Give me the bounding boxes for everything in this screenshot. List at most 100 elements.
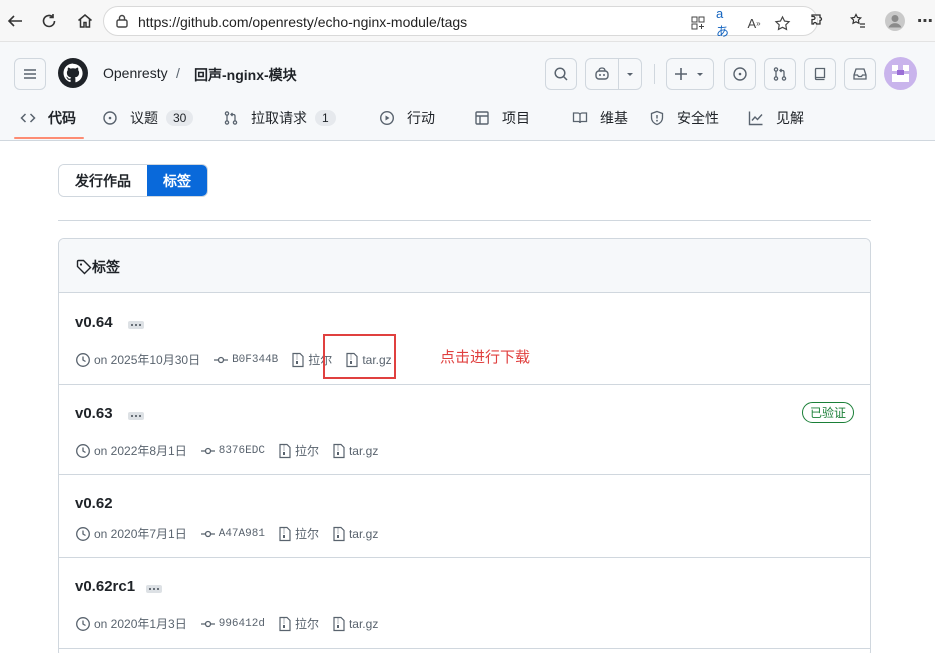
user-avatar[interactable]: [884, 57, 917, 90]
clock-icon: [76, 616, 90, 631]
repo-header: Openresty / 回声-nginx-模块 代码 议题 30 拉取请求 1 …: [0, 42, 935, 141]
tab-security[interactable]: 安全性: [649, 106, 719, 130]
tab-label: 项目: [502, 110, 530, 126]
tag-row: v0.63 已验证 on 2022年8月1日 8376EDC 拉尔 tar.gz: [59, 385, 870, 475]
tag-meta: on 2022年8月1日 8376EDC 拉尔 tar.gz: [75, 442, 391, 459]
ellipsis-expander[interactable]: [146, 585, 162, 593]
hamburger-icon: [24, 69, 36, 79]
inbox-button[interactable]: [844, 58, 876, 90]
tag-commit-link[interactable]: B0F344B: [213, 354, 278, 366]
tab-label: 议题: [130, 110, 158, 126]
profile-avatar-icon[interactable]: [882, 8, 908, 34]
book-icon: [572, 110, 588, 126]
repo-owner-link[interactable]: Openresty: [103, 65, 168, 81]
verified-badge[interactable]: 已验证: [801, 402, 854, 423]
extensions-icon[interactable]: [805, 8, 831, 34]
tag-name-link[interactable]: v0.64: [75, 314, 113, 331]
zip-download-link[interactable]: 拉尔: [278, 615, 319, 632]
tar-download-link[interactable]: tar.gz: [332, 443, 378, 459]
tags-box-title: 标签: [76, 257, 120, 277]
plus-icon: [675, 68, 687, 80]
tag-name-link[interactable]: v0.63: [75, 405, 113, 422]
tag-name-link[interactable]: v0.62rc1: [75, 578, 135, 595]
favorite-star-icon[interactable]: [772, 13, 792, 33]
clock-icon: [76, 443, 90, 458]
tab-projects[interactable]: 项目: [474, 106, 530, 130]
tab-insights[interactable]: 见解: [748, 106, 804, 130]
tag-row: v0.64 on 2025年10月30日 B0F344B 拉尔 tar.gz: [59, 294, 870, 385]
highlight-box: [323, 334, 396, 379]
lock-icon[interactable]: [114, 13, 130, 34]
active-tab-indicator: [14, 137, 84, 139]
tab-code[interactable]: 代码: [20, 106, 76, 130]
tag-commit-link[interactable]: A47A981: [200, 528, 265, 540]
chevron-down-icon: [697, 73, 703, 76]
issues-counter: 30: [166, 110, 194, 126]
tag-date: on 2020年1月3日: [75, 615, 187, 632]
search-icon: [554, 67, 568, 81]
tab-actions[interactable]: 行动: [379, 106, 435, 130]
create-new-button[interactable]: [666, 58, 714, 90]
releases-tab[interactable]: 发行作品: [59, 165, 147, 196]
tab-issues[interactable]: 议题 30: [102, 106, 194, 130]
releases-tags-switch: 发行作品 标签: [58, 164, 208, 197]
file-zip-icon: [279, 526, 291, 541]
home-icon[interactable]: [72, 8, 98, 34]
repo-name-link[interactable]: 回声-nginx-模块: [194, 65, 297, 85]
header-divider: [654, 64, 655, 84]
tab-label: 维基: [600, 110, 628, 126]
commit-icon: [200, 447, 215, 454]
graph-icon: [748, 110, 764, 126]
ellipsis-expander[interactable]: [128, 412, 144, 420]
zip-download-link[interactable]: 拉尔: [278, 442, 319, 459]
hamburger-menu-button[interactable]: [14, 58, 46, 90]
search-button[interactable]: [545, 58, 577, 90]
app-grid-icon[interactable]: [688, 13, 708, 33]
tab-pull-requests[interactable]: 拉取请求 1: [223, 106, 336, 130]
tab-label: 见解: [776, 110, 804, 126]
commit-icon: [200, 620, 215, 627]
tar-download-link[interactable]: tar.gz: [332, 526, 378, 542]
copilot-button[interactable]: [585, 58, 642, 90]
clock-icon: [76, 352, 90, 367]
pull-requests-button[interactable]: [764, 58, 796, 90]
file-zip-icon: [333, 443, 345, 458]
repo-path-separator: /: [176, 65, 180, 81]
file-zip-icon: [333, 616, 345, 631]
browser-toolbar: https://github.com/openresty/echo-nginx-…: [0, 0, 935, 42]
tag-meta: on 2020年1月3日 996412d 拉尔 tar.gz: [75, 615, 391, 632]
refresh-icon[interactable]: [36, 8, 62, 34]
repositories-button[interactable]: [804, 58, 836, 90]
address-bar[interactable]: https://github.com/openresty/echo-nginx-…: [103, 6, 818, 39]
more-menu-icon[interactable]: ⋯: [916, 8, 934, 34]
divider: [58, 220, 871, 221]
tab-label: 行动: [407, 110, 435, 126]
github-logo-icon[interactable]: [57, 57, 89, 94]
back-icon[interactable]: [2, 8, 28, 34]
code-icon: [20, 110, 36, 126]
tag-commit-link[interactable]: 8376EDC: [200, 445, 265, 457]
favorites-list-icon[interactable]: [845, 8, 871, 34]
ellipsis-expander[interactable]: [128, 321, 144, 329]
tags-list-box: 标签 v0.64 on 2025年10月30日 B0F344B 拉尔 tar.g…: [58, 238, 871, 653]
file-zip-icon: [279, 443, 291, 458]
zip-download-link[interactable]: 拉尔: [278, 525, 319, 542]
issues-button[interactable]: [724, 58, 756, 90]
inbox-icon: [853, 68, 867, 80]
file-zip-icon: [333, 526, 345, 541]
tab-wiki[interactable]: 维基: [572, 106, 628, 130]
clock-icon: [76, 526, 90, 541]
download-annotation: 点击进行下载: [440, 349, 531, 366]
read-aloud-icon[interactable]: A»: [744, 13, 764, 33]
tags-tab[interactable]: 标签: [147, 165, 207, 196]
pull-request-icon: [223, 110, 239, 126]
tar-download-link[interactable]: tar.gz: [332, 616, 378, 632]
repo-icon: [814, 67, 826, 81]
translate-icon[interactable]: aあ: [716, 6, 736, 39]
shield-icon: [649, 110, 665, 126]
url-text[interactable]: https://github.com/openresty/echo-nginx-…: [138, 14, 467, 30]
tab-label: 代码: [48, 110, 76, 126]
tag-name-link[interactable]: v0.62: [75, 495, 113, 512]
tag-commit-link[interactable]: 996412d: [200, 618, 265, 630]
tags-box-header: 标签: [59, 239, 870, 293]
